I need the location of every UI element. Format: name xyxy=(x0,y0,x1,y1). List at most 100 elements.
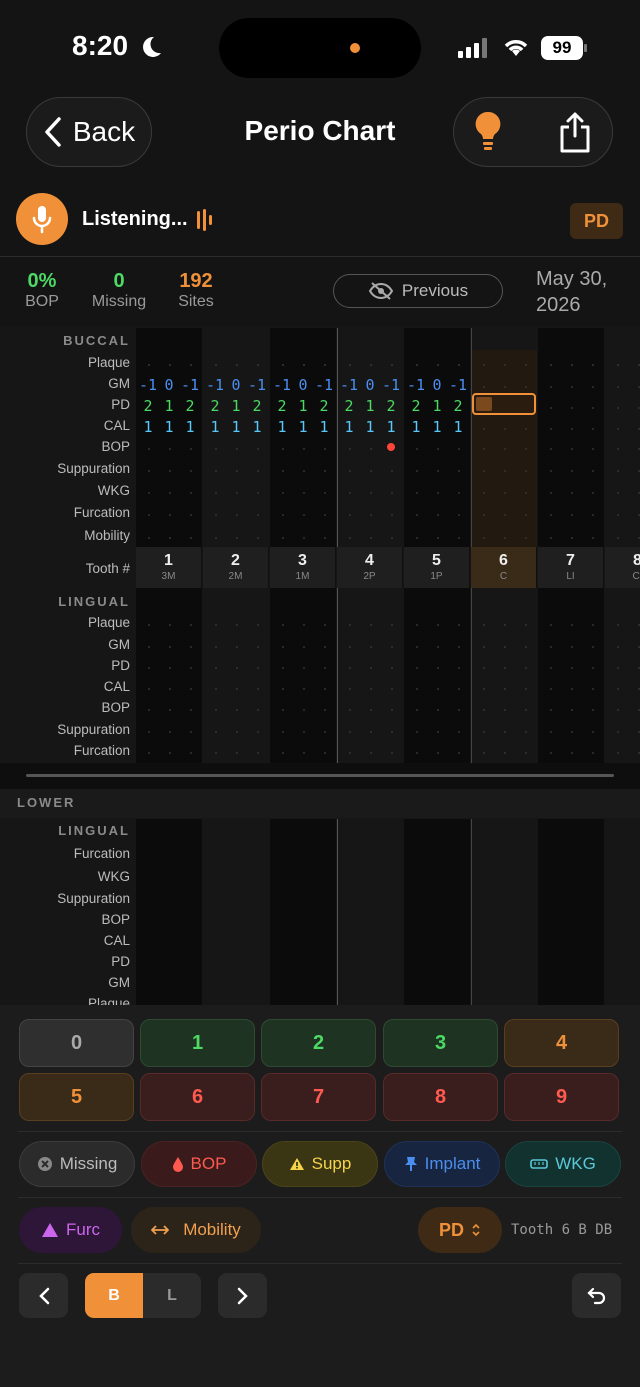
mode-badge[interactable]: PD xyxy=(570,203,623,239)
pd-value[interactable]: 1 xyxy=(293,397,313,415)
key-7[interactable]: 7 xyxy=(261,1073,376,1121)
cal-value[interactable]: 1 xyxy=(381,418,401,436)
cal-value[interactable]: 1 xyxy=(360,418,380,436)
key-9[interactable]: 9 xyxy=(504,1073,619,1121)
site-marker xyxy=(370,688,372,690)
gm-value[interactable]: -1 xyxy=(205,376,225,394)
site-marker xyxy=(282,448,284,450)
gm-value[interactable]: 0 xyxy=(293,376,313,394)
site-marker xyxy=(257,731,259,733)
site-marker xyxy=(592,646,594,648)
tooth-cell[interactable]: 6C xyxy=(471,547,537,588)
site-marker xyxy=(550,428,552,430)
pd-value[interactable]: 2 xyxy=(381,397,401,415)
microphone-button[interactable] xyxy=(16,193,68,245)
previous-toggle[interactable]: Previous xyxy=(333,274,503,308)
gm-value[interactable]: 0 xyxy=(360,376,380,394)
cal-value[interactable]: 1 xyxy=(180,418,200,436)
pd-value[interactable]: 2 xyxy=(180,397,200,415)
tooth-cell[interactable]: 2 2M xyxy=(203,547,269,588)
missing-button[interactable]: Missing xyxy=(19,1141,135,1187)
back-button[interactable]: Back xyxy=(26,97,152,167)
bop-button[interactable]: BOP xyxy=(141,1141,257,1187)
cal-value[interactable]: 1 xyxy=(406,418,426,436)
gm-value[interactable]: -1 xyxy=(247,376,267,394)
lower-lingual-label: LINGUAL xyxy=(58,823,130,838)
pd-value[interactable]: 1 xyxy=(159,397,179,415)
pd-value[interactable]: 2 xyxy=(448,397,468,415)
cal-value[interactable]: 1 xyxy=(159,418,179,436)
key-0[interactable]: 0 xyxy=(19,1019,134,1067)
next-site-button[interactable] xyxy=(218,1273,267,1318)
pd-value[interactable]: 2 xyxy=(314,397,334,415)
tooth-cell[interactable]: 5 1P xyxy=(404,547,470,588)
cal-value[interactable]: 1 xyxy=(272,418,292,436)
tooth-column-bg xyxy=(136,819,202,1005)
pd-value[interactable]: 2 xyxy=(247,397,267,415)
site-marker xyxy=(190,624,192,626)
site-marker xyxy=(571,386,573,388)
pd-value[interactable]: 1 xyxy=(427,397,447,415)
gm-value[interactable]: -1 xyxy=(138,376,158,394)
wkg-button[interactable]: WKG xyxy=(505,1141,621,1187)
site-marker xyxy=(437,364,439,366)
cal-value[interactable]: 1 xyxy=(314,418,334,436)
gm-value[interactable]: -1 xyxy=(180,376,200,394)
tooth-cell[interactable]: 8 CI xyxy=(605,547,640,588)
cal-value[interactable]: 1 xyxy=(448,418,468,436)
pd-value[interactable]: 1 xyxy=(360,397,380,415)
cal-value[interactable]: 1 xyxy=(247,418,267,436)
cal-value[interactable]: 1 xyxy=(205,418,225,436)
key-5[interactable]: 5 xyxy=(19,1073,134,1121)
gm-value[interactable]: -1 xyxy=(381,376,401,394)
cal-value[interactable]: 1 xyxy=(339,418,359,436)
cal-value[interactable]: 1 xyxy=(427,418,447,436)
previous-site-button[interactable] xyxy=(19,1273,68,1318)
gm-value[interactable]: 0 xyxy=(427,376,447,394)
site-marker xyxy=(391,709,393,711)
pd-value[interactable]: 2 xyxy=(205,397,225,415)
pd-value[interactable]: 2 xyxy=(339,397,359,415)
cal-value[interactable]: 1 xyxy=(293,418,313,436)
site-marker xyxy=(169,537,171,539)
gm-value[interactable]: 0 xyxy=(226,376,246,394)
tooth-cell[interactable]: 4 2P xyxy=(337,547,403,588)
key-8[interactable]: 8 xyxy=(383,1073,498,1121)
gm-value[interactable]: 0 xyxy=(159,376,179,394)
tooth-cell[interactable]: 7 LI xyxy=(538,547,604,588)
pd-value[interactable]: 2 xyxy=(406,397,426,415)
undo-button[interactable] xyxy=(572,1273,621,1318)
share-icon[interactable] xyxy=(558,110,592,154)
measurement-mode-selector[interactable]: PD xyxy=(418,1207,502,1253)
lingual-toggle[interactable]: L xyxy=(143,1273,201,1318)
gm-value[interactable]: -1 xyxy=(339,376,359,394)
key-1[interactable]: 1 xyxy=(140,1019,255,1067)
pd-value[interactable]: 1 xyxy=(226,397,246,415)
mobility-button[interactable]: Mobility xyxy=(131,1207,261,1253)
tooth-cell[interactable]: 3 1M xyxy=(270,547,336,588)
key-2[interactable]: 2 xyxy=(261,1019,376,1067)
cal-value[interactable]: 1 xyxy=(138,418,158,436)
tooth-cell[interactable]: 1 3M xyxy=(136,547,202,588)
buccal-toggle[interactable]: B xyxy=(85,1273,143,1318)
key-6[interactable]: 6 xyxy=(140,1073,255,1121)
lightbulb-icon[interactable] xyxy=(473,110,503,154)
pd-value[interactable]: 2 xyxy=(138,397,158,415)
exam-date: May 30, 2026 xyxy=(536,266,607,318)
implant-button[interactable]: Implant xyxy=(384,1141,500,1187)
tooth-number: 4 xyxy=(365,552,374,569)
pd-value[interactable]: 2 xyxy=(272,397,292,415)
cal-value[interactable]: 1 xyxy=(226,418,246,436)
site-marker xyxy=(282,752,284,754)
key-4[interactable]: 4 xyxy=(504,1019,619,1067)
site-marker xyxy=(617,731,619,733)
gm-value[interactable]: -1 xyxy=(314,376,334,394)
gm-value[interactable]: -1 xyxy=(448,376,468,394)
supp-button[interactable]: Supp xyxy=(262,1141,378,1187)
furcation-button[interactable]: Furc xyxy=(19,1207,122,1253)
gm-value[interactable]: -1 xyxy=(272,376,292,394)
site-marker xyxy=(190,470,192,472)
gm-value[interactable]: -1 xyxy=(406,376,426,394)
key-3[interactable]: 3 xyxy=(383,1019,498,1067)
site-marker xyxy=(282,646,284,648)
